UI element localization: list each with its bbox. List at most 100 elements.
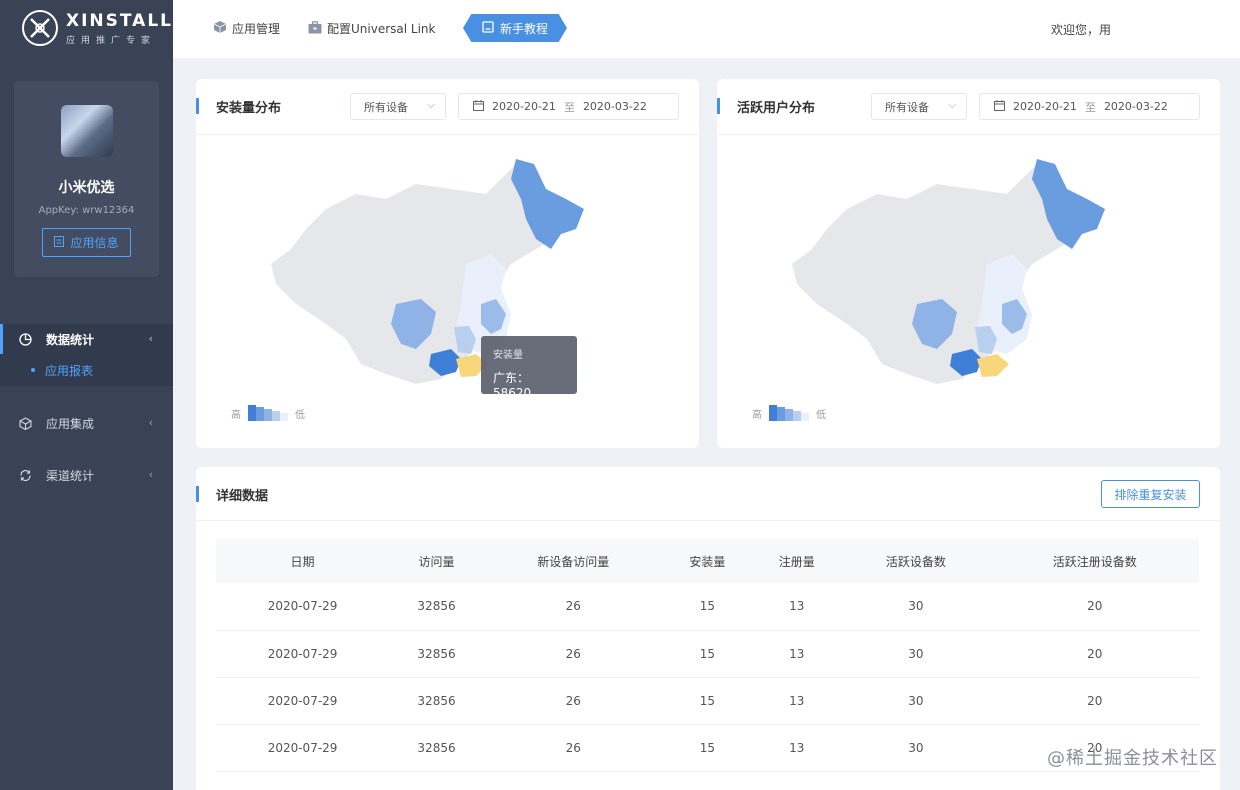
nav-label: 新手教程 bbox=[499, 21, 548, 36]
table-row[interactable]: 2020-07-29 32856 26 15 13 30 20 bbox=[216, 630, 1199, 678]
table-cell: 13 bbox=[752, 630, 842, 678]
calendar-icon bbox=[473, 99, 484, 114]
top-header: 应用管理 配置Universal Link 新手教程 欢迎您，用 bbox=[173, 0, 1240, 58]
nav-tutorial[interactable]: 新手教程 bbox=[463, 14, 567, 42]
table-cell: 13 bbox=[752, 677, 842, 725]
table-cell: 32856 bbox=[389, 630, 484, 678]
chevron-down-icon: ⌵ bbox=[948, 100, 956, 111]
legend-scale bbox=[769, 405, 809, 421]
legend-high: 高 bbox=[752, 409, 762, 421]
card-title: 活跃用户分布 bbox=[716, 97, 815, 116]
table-cell: 20 bbox=[990, 677, 1199, 725]
sidebar-item-data-stats[interactable]: 数据统计 ‹ bbox=[0, 324, 173, 354]
legend-low: 低 bbox=[295, 409, 305, 421]
table-cell: 32856 bbox=[389, 583, 484, 631]
sidebar-item-label: 应用集成 bbox=[46, 416, 95, 431]
table-cell: 32856 bbox=[389, 724, 484, 772]
device-dropdown[interactable]: 所有设备 ⌵ bbox=[871, 93, 967, 120]
date-from: 2020-20-21 bbox=[1013, 100, 1077, 113]
table-cell: 26 bbox=[483, 677, 663, 725]
briefcase-icon bbox=[308, 20, 322, 37]
column-header[interactable]: 日期 bbox=[216, 539, 390, 583]
map-legend: 高 低 bbox=[752, 405, 826, 421]
detail-table: 日期 访问量 新设备访问量 安装量 注册量 活跃设备数 活跃注册设备数 2020… bbox=[216, 539, 1199, 772]
table-cell: 2020-07-29 bbox=[216, 630, 390, 678]
sidebar-menu: 数据统计 ‹ 应用报表 应用集成 ‹ 渠道统计 ‹ bbox=[0, 324, 173, 490]
date-to: 2020-03-22 bbox=[1103, 100, 1168, 113]
table-cell: 26 bbox=[483, 724, 663, 772]
sidebar-item-app-integration[interactable]: 应用集成 ‹ bbox=[0, 408, 173, 438]
column-header[interactable]: 注册量 bbox=[752, 539, 842, 583]
column-header[interactable]: 访问量 bbox=[389, 539, 484, 583]
table-cell: 30 bbox=[841, 677, 991, 725]
table-cell: 2020-07-29 bbox=[216, 583, 390, 631]
chevron-down-icon: ⌵ bbox=[427, 100, 435, 111]
table-cell: 26 bbox=[483, 630, 663, 678]
date-range-picker[interactable]: 2020-20-21 至 2020-03-22 bbox=[458, 93, 679, 120]
chevron-left-icon: ‹ bbox=[148, 416, 153, 429]
nav-label: 应用管理 bbox=[232, 22, 281, 36]
nav-universal-link[interactable]: 配置Universal Link bbox=[308, 20, 435, 37]
dropdown-value: 所有设备 bbox=[364, 100, 408, 114]
nav-app-management[interactable]: 应用管理 bbox=[213, 20, 280, 37]
table-cell: 15 bbox=[662, 583, 753, 631]
table-cell: 2020-07-29 bbox=[216, 724, 390, 772]
app-info-label: 应用信息 bbox=[70, 236, 119, 250]
legend-low: 低 bbox=[816, 409, 826, 421]
table-cell: 13 bbox=[752, 583, 842, 631]
map-tooltip: 安装量 广东：58620 bbox=[481, 336, 577, 400]
sidebar-item-label: 应用报表 bbox=[45, 363, 94, 378]
card-title: 详细数据 bbox=[195, 485, 268, 504]
date-from: 2020-20-21 bbox=[492, 100, 556, 113]
refresh-icon bbox=[18, 468, 32, 482]
sidebar-item-channel-stats[interactable]: 渠道统计 ‹ bbox=[0, 460, 173, 490]
table-cell: 15 bbox=[662, 630, 753, 678]
card-title: 安装量分布 bbox=[195, 97, 281, 116]
device-dropdown[interactable]: 所有设备 ⌵ bbox=[350, 93, 446, 120]
cube-icon bbox=[18, 416, 32, 430]
table-row[interactable]: 2020-07-29 32856 26 15 13 30 20 bbox=[216, 677, 1199, 725]
book-icon bbox=[482, 20, 494, 36]
table-row[interactable]: 2020-07-29 32856 26 15 13 30 20 bbox=[216, 583, 1199, 631]
table-cell: 2020-07-29 bbox=[216, 677, 390, 725]
table-cell: 26 bbox=[483, 583, 663, 631]
date-separator: 至 bbox=[563, 100, 575, 114]
table-cell: 30 bbox=[841, 630, 991, 678]
logo[interactable]: XINSTALL 应用推广专家 bbox=[22, 10, 173, 46]
app-name: 小米优选 bbox=[58, 180, 115, 196]
column-header[interactable]: 活跃注册设备数 bbox=[990, 539, 1199, 583]
table-header-row: 日期 访问量 新设备访问量 安装量 注册量 活跃设备数 活跃注册设备数 bbox=[216, 539, 1199, 583]
date-range-picker[interactable]: 2020-20-21 至 2020-03-22 bbox=[979, 93, 1200, 120]
document-icon bbox=[54, 235, 65, 250]
box-icon bbox=[213, 20, 227, 37]
legend-high: 高 bbox=[231, 409, 241, 421]
logo-icon bbox=[22, 10, 58, 46]
brand-subtitle: 应用推广专家 bbox=[66, 35, 157, 46]
sidebar-item-app-report[interactable]: 应用报表 bbox=[0, 354, 173, 386]
column-header[interactable]: 安装量 bbox=[662, 539, 753, 583]
table-cell: 20 bbox=[990, 583, 1199, 631]
table-cell: 13 bbox=[752, 724, 842, 772]
bullet-icon bbox=[31, 368, 35, 372]
app-info-button[interactable]: 应用信息 bbox=[42, 228, 131, 257]
map-legend: 高 低 bbox=[231, 405, 305, 421]
calendar-icon bbox=[994, 99, 1005, 114]
sidebar: XINSTALL 应用推广专家 小米优选 AppKey: wrw12364 应用… bbox=[0, 0, 173, 790]
avatar bbox=[60, 105, 113, 157]
install-distribution-card: 安装量分布 所有设备 ⌵ 2020-20-21 至 2020-03-22 高 低… bbox=[195, 79, 699, 448]
table-cell: 15 bbox=[662, 724, 753, 772]
nav-label: 配置Universal Link bbox=[327, 22, 436, 36]
pie-chart-icon bbox=[18, 332, 32, 346]
column-header[interactable]: 新设备访问量 bbox=[483, 539, 663, 583]
app-profile-card: 小米优选 AppKey: wrw12364 应用信息 bbox=[14, 81, 159, 277]
china-map[interactable] bbox=[787, 154, 1117, 399]
chevron-left-icon: ‹ bbox=[148, 332, 153, 345]
tooltip-value: 广东：58620 bbox=[493, 371, 532, 400]
tooltip-title: 安装量 bbox=[493, 350, 523, 361]
column-header[interactable]: 活跃设备数 bbox=[841, 539, 991, 583]
table-cell: 32856 bbox=[389, 677, 484, 725]
table-cell: 30 bbox=[841, 583, 991, 631]
sidebar-item-label: 数据统计 bbox=[46, 332, 95, 347]
dedupe-install-button[interactable]: 排除重复安装 bbox=[1101, 480, 1200, 508]
app-key: AppKey: wrw12364 bbox=[38, 205, 135, 216]
